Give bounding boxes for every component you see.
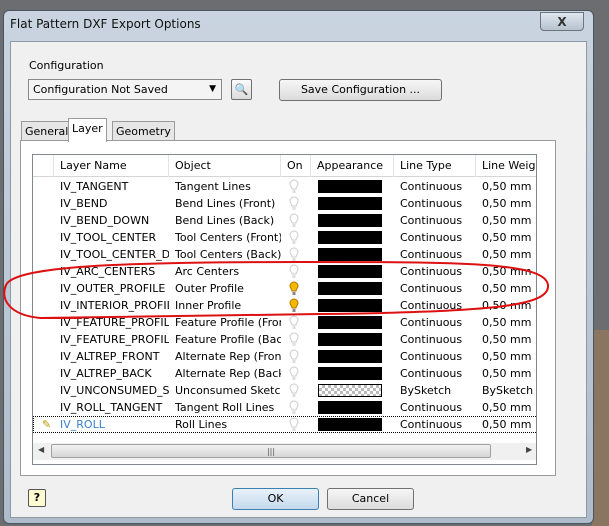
red-annotation-ellipse — [3, 260, 550, 319]
tab-layer[interactable]: Layer — [68, 118, 107, 142]
